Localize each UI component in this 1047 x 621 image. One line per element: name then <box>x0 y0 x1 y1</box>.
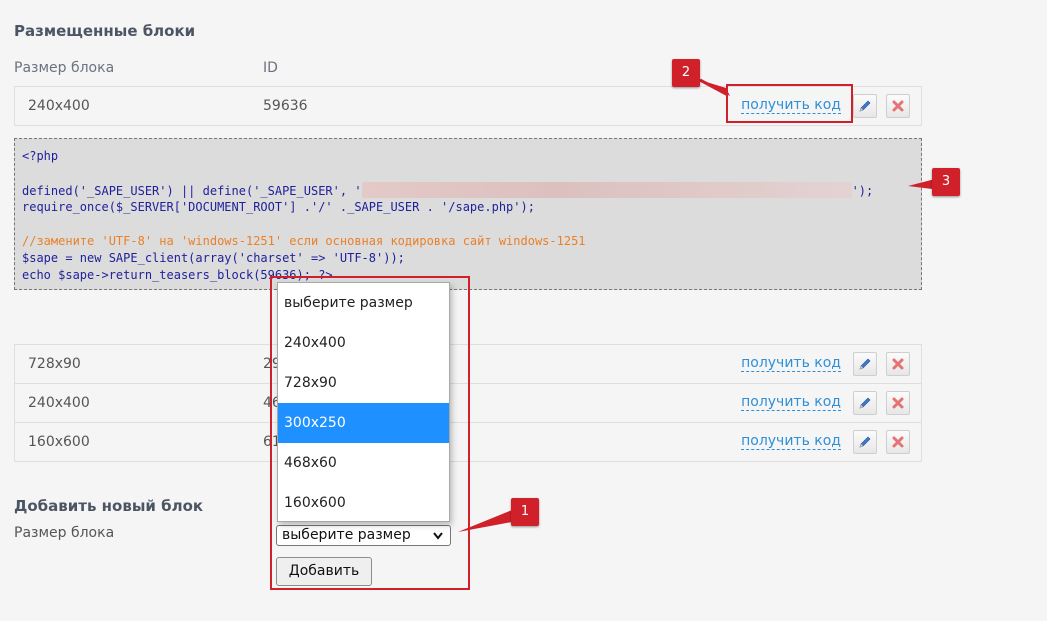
delete-button[interactable] <box>886 94 910 118</box>
annotation-box-get-code <box>726 84 853 123</box>
annotation-marker-1: 1 <box>511 498 539 526</box>
close-icon <box>892 397 904 409</box>
code-line: require_once($_SERVER['DOCUMENT_ROOT'] .… <box>22 200 535 214</box>
code-line: echo $sape->return_teasers_block(59636);… <box>22 268 333 282</box>
edit-button[interactable] <box>853 352 877 376</box>
get-code-link[interactable]: получить код <box>741 394 841 411</box>
annotation-marker-2: 2 <box>672 59 700 87</box>
row-size: 728x90 <box>28 356 81 372</box>
get-code-link[interactable]: получить код <box>741 355 841 372</box>
pencil-icon <box>859 436 871 448</box>
add-block-title: Добавить новый блок <box>14 497 204 515</box>
code-snippet[interactable]: <?php defined('_SAPE_USER') || define('_… <box>14 138 922 290</box>
row-id: 59636 <box>263 98 308 114</box>
code-line: defined('_SAPE_USER') || define('_SAPE_U… <box>22 182 921 199</box>
row-size: 240x400 <box>28 98 90 114</box>
pencil-icon <box>859 100 871 112</box>
edit-button[interactable] <box>853 391 877 415</box>
edit-button[interactable] <box>853 430 877 454</box>
redacted-user-key <box>361 182 852 198</box>
code-line-text: defined('_SAPE_USER') || define('_SAPE_U… <box>22 184 362 198</box>
annotation-marker-3: 3 <box>932 168 960 196</box>
code-comment: //замените 'UTF-8' на 'windows-1251' есл… <box>22 234 586 248</box>
pencil-icon <box>859 358 871 370</box>
code-line-tail: '); <box>851 184 874 198</box>
row-size: 160x600 <box>28 434 90 450</box>
close-icon <box>892 436 904 448</box>
code-line: <?php <box>22 149 59 163</box>
annotation-box-add-form <box>270 276 470 590</box>
delete-button[interactable] <box>886 352 910 376</box>
placed-blocks-title: Размещенные блоки <box>14 22 196 40</box>
delete-button[interactable] <box>886 391 910 415</box>
column-header-id: ID <box>263 60 278 76</box>
close-icon <box>892 100 904 112</box>
get-code-link[interactable]: получить код <box>741 433 841 450</box>
code-line: $sape = new SAPE_client(array('charset' … <box>22 251 405 265</box>
pencil-icon <box>859 397 871 409</box>
close-icon <box>892 358 904 370</box>
add-size-label: Размер блока <box>14 525 115 541</box>
row-size: 240x400 <box>28 395 90 411</box>
delete-button[interactable] <box>886 430 910 454</box>
edit-button[interactable] <box>853 94 877 118</box>
column-header-size: Размер блока <box>14 60 115 76</box>
